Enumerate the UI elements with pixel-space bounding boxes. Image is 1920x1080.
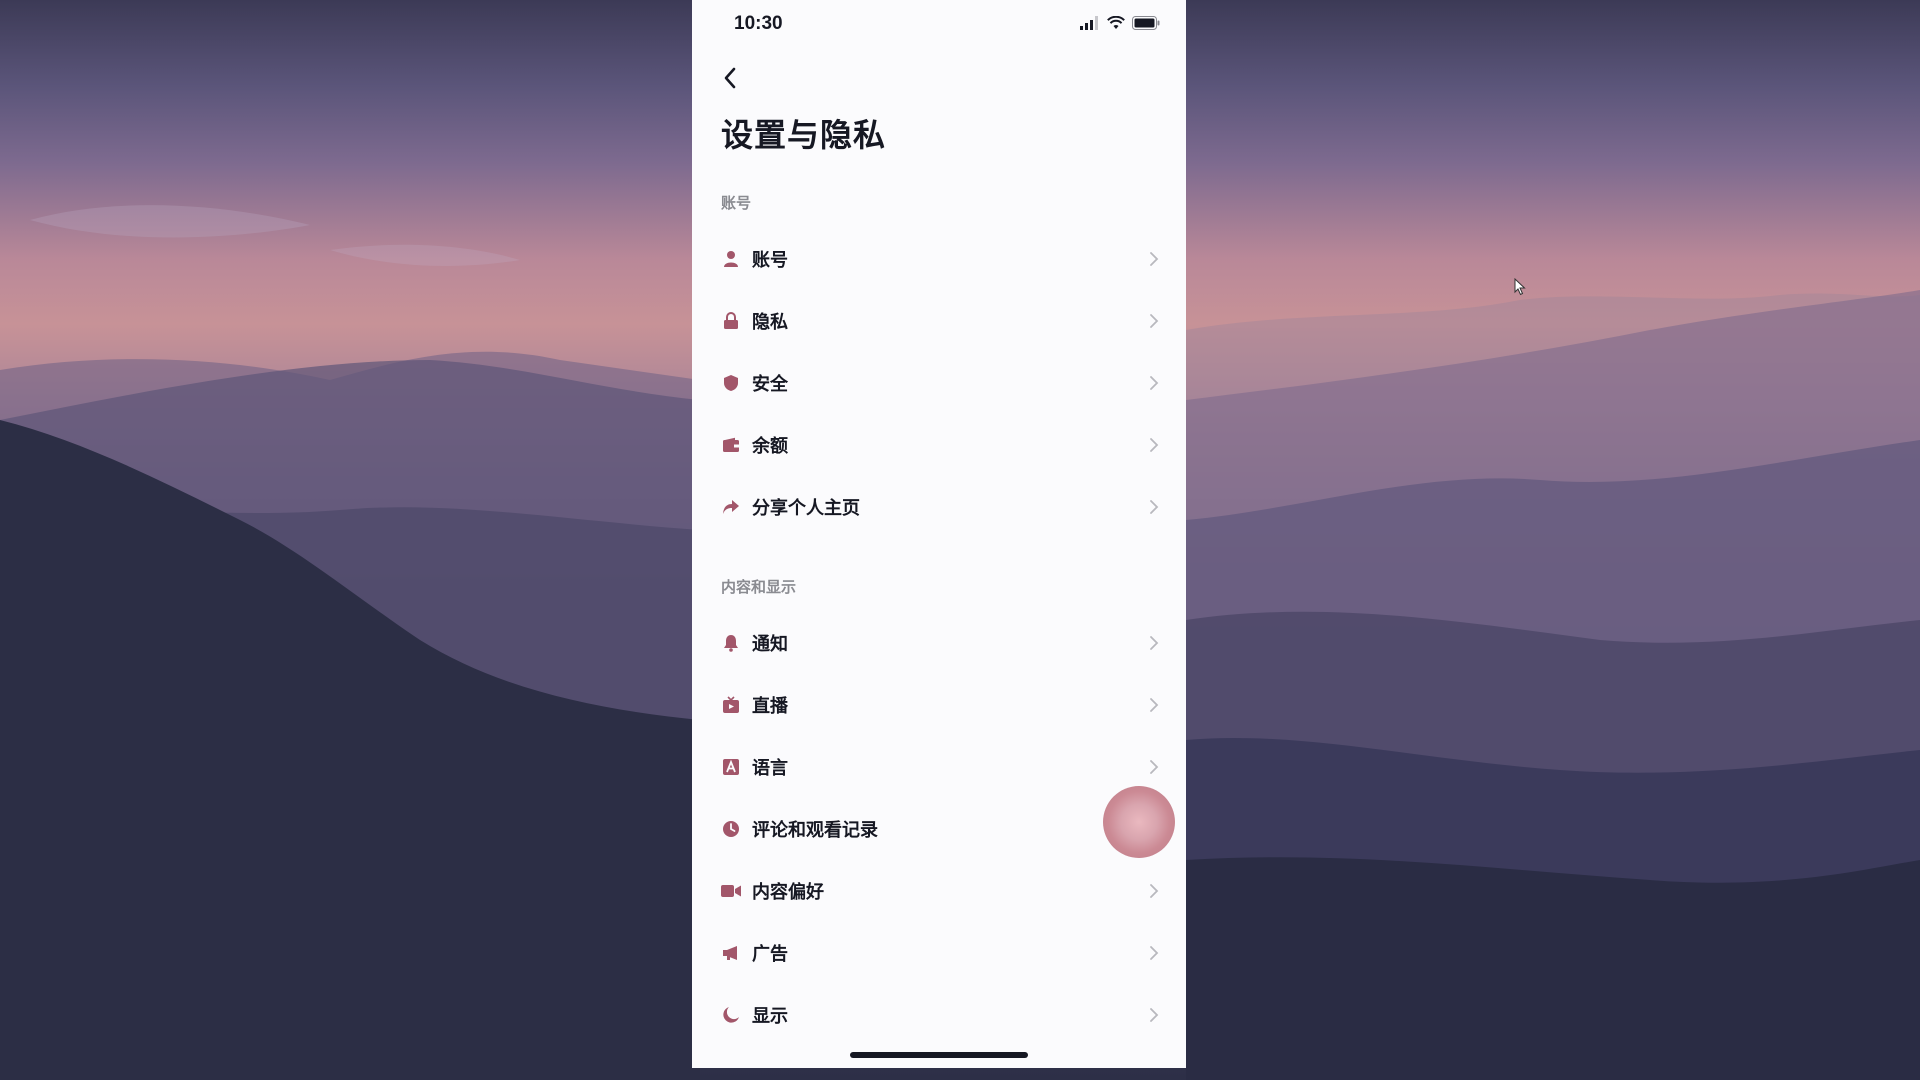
settings-item-label: 安全: [752, 374, 788, 395]
settings-item-account[interactable]: 账号: [692, 228, 1186, 290]
wifi-icon: [1107, 16, 1125, 29]
settings-screen: 10:30 设置与隐私 账号 账号 隐私 安全 余额 分享个人主页 内容和显示 …: [692, 0, 1186, 1068]
settings-item-display[interactable]: 显示: [692, 984, 1186, 1046]
chevron-right-icon: [1150, 438, 1159, 452]
chevron-right-icon: [1150, 636, 1159, 650]
lock-icon: [721, 311, 741, 331]
person-icon: [721, 249, 741, 269]
section-header-content-display: 内容和显示: [721, 578, 797, 596]
chevron-right-icon: [1150, 314, 1159, 328]
settings-item-label: 内容偏好: [752, 882, 824, 903]
shield-icon: [721, 373, 741, 393]
chevron-right-icon: [1150, 500, 1159, 514]
cellular-signal-icon: [1080, 16, 1098, 30]
chevron-right-icon: [1150, 252, 1159, 266]
page-title: 设置与隐私: [721, 116, 887, 154]
settings-item-content-preferences[interactable]: 内容偏好: [692, 860, 1186, 922]
megaphone-icon: [721, 943, 741, 963]
chevron-right-icon: [1150, 760, 1159, 774]
chevron-right-icon: [1150, 698, 1159, 712]
home-indicator[interactable]: [850, 1052, 1028, 1058]
settings-item-security[interactable]: 安全: [692, 352, 1186, 414]
language-icon: [721, 757, 741, 777]
settings-item-live[interactable]: 直播: [692, 674, 1186, 736]
settings-item-label: 广告: [752, 944, 788, 965]
status-bar: 10:30: [692, 0, 1186, 48]
chevron-right-icon: [1150, 1008, 1159, 1022]
bell-icon: [721, 633, 741, 653]
moon-icon: [721, 1005, 741, 1025]
chevron-left-icon: [724, 67, 736, 89]
back-button[interactable]: [712, 60, 748, 96]
settings-item-label: 直播: [752, 696, 788, 717]
settings-item-label: 账号: [752, 250, 788, 271]
share-icon: [721, 497, 741, 517]
settings-item-label: 隐私: [752, 312, 788, 333]
settings-item-notifications[interactable]: 通知: [692, 612, 1186, 674]
chevron-right-icon: [1150, 884, 1159, 898]
settings-item-label: 余额: [752, 436, 788, 457]
chevron-right-icon: [1150, 946, 1159, 960]
settings-item-label: 分享个人主页: [752, 498, 860, 519]
status-time: 10:30: [734, 13, 783, 34]
section-header-account: 账号: [721, 194, 752, 212]
touch-indicator: [1103, 786, 1175, 858]
video-camera-icon: [721, 881, 741, 901]
live-tv-icon: [721, 695, 741, 715]
settings-item-balance[interactable]: 余额: [692, 414, 1186, 476]
settings-item-label: 显示: [752, 1006, 788, 1027]
battery-icon: [1132, 16, 1160, 30]
settings-item-label: 语言: [752, 758, 788, 779]
clock-icon: [721, 819, 741, 839]
chevron-right-icon: [1150, 376, 1159, 390]
settings-item-language[interactable]: 语言: [692, 736, 1186, 798]
settings-item-ads[interactable]: 广告: [692, 922, 1186, 984]
status-icons: [1080, 15, 1160, 31]
mouse-cursor-icon: [1514, 278, 1526, 296]
settings-item-share-profile[interactable]: 分享个人主页: [692, 476, 1186, 538]
settings-item-label: 评论和观看记录: [752, 820, 878, 841]
settings-item-label: 通知: [752, 634, 788, 655]
settings-item-privacy[interactable]: 隐私: [692, 290, 1186, 352]
wallet-icon: [721, 435, 741, 455]
